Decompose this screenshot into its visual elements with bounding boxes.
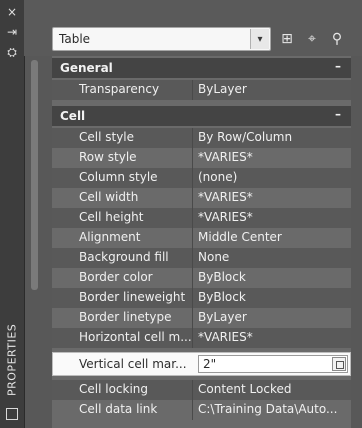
palette-title-vertical: PROPERTIES bbox=[5, 323, 19, 397]
quick-select-icon[interactable]: ⚲ bbox=[327, 29, 347, 49]
section-title: General bbox=[60, 61, 113, 75]
property-value[interactable]: ByBlock bbox=[198, 270, 246, 284]
divider bbox=[192, 288, 193, 308]
property-row[interactable]: Cell height *VARIES* bbox=[52, 208, 351, 228]
vertical-cell-margin-input[interactable]: 2" bbox=[198, 355, 348, 373]
pick-object-icon[interactable]: ⌖ bbox=[302, 29, 322, 49]
property-row[interactable]: Cell locking Content Locked bbox=[52, 380, 351, 400]
input-value: 2" bbox=[203, 357, 217, 371]
collapse-icon[interactable]: – bbox=[335, 107, 341, 121]
object-type-value: Table bbox=[59, 32, 91, 46]
add-to-selection-icon[interactable]: ⊞ bbox=[277, 29, 297, 49]
divider bbox=[192, 128, 193, 148]
property-row[interactable]: Transparency ByLayer bbox=[52, 80, 351, 100]
section-cell[interactable]: Cell – bbox=[52, 106, 351, 126]
property-row[interactable]: Border lineweight ByBlock bbox=[52, 288, 351, 308]
properties-palette: × ⇥ ⛭ PROPERTIES Table ▾ ⊞ ⌖ ⚲ General –… bbox=[0, 0, 362, 428]
section-title: Cell bbox=[60, 109, 86, 123]
divider bbox=[192, 328, 193, 348]
property-row[interactable]: Cell width *VARIES* bbox=[52, 188, 351, 208]
panel-icon[interactable] bbox=[6, 408, 18, 420]
property-value[interactable]: ByLayer bbox=[198, 82, 247, 96]
property-row[interactable]: Row style *VARIES* bbox=[52, 148, 351, 168]
property-row[interactable]: Horizontal cell m... *VARIES* bbox=[52, 328, 351, 348]
divider bbox=[192, 80, 193, 100]
property-label: Row style bbox=[79, 150, 137, 164]
property-value[interactable]: Middle Center bbox=[198, 230, 282, 244]
property-row[interactable]: Border color ByBlock bbox=[52, 268, 351, 288]
property-value[interactable]: ByBlock bbox=[198, 290, 246, 304]
property-value[interactable]: *VARIES* bbox=[198, 210, 253, 224]
property-row[interactable]: Alignment Middle Center bbox=[52, 228, 351, 248]
close-icon[interactable]: × bbox=[6, 6, 18, 18]
property-row[interactable]: Border linetype ByLayer bbox=[52, 308, 351, 328]
divider bbox=[192, 380, 193, 400]
property-value[interactable]: C:\Training Data\Auto... bbox=[198, 402, 337, 416]
property-label: Cell locking bbox=[79, 382, 149, 396]
divider bbox=[192, 168, 193, 188]
collapse-icon[interactable]: – bbox=[335, 59, 341, 73]
property-row[interactable]: Column style (none) bbox=[52, 168, 351, 188]
properties-icon[interactable]: ⛭ bbox=[6, 46, 18, 58]
property-label: Border lineweight bbox=[79, 290, 186, 304]
property-row[interactable]: Background fill None bbox=[52, 248, 351, 268]
property-label: Cell style bbox=[79, 130, 135, 144]
property-label: Cell height bbox=[79, 210, 144, 224]
property-value[interactable]: (none) bbox=[198, 170, 237, 184]
chevron-down-icon[interactable]: ▾ bbox=[250, 29, 269, 49]
property-label: Horizontal cell m... bbox=[79, 330, 192, 344]
property-value[interactable]: None bbox=[198, 250, 229, 264]
divider bbox=[192, 248, 193, 268]
property-value[interactable]: By Row/Column bbox=[198, 130, 292, 144]
divider bbox=[192, 208, 193, 228]
property-label: Background fill bbox=[79, 250, 169, 264]
property-value[interactable]: *VARIES* bbox=[198, 150, 253, 164]
property-label: Border color bbox=[79, 270, 153, 284]
property-value[interactable]: *VARIES* bbox=[198, 190, 253, 204]
divider bbox=[192, 268, 193, 288]
auto-hide-icon[interactable]: ⇥ bbox=[6, 26, 18, 38]
property-row[interactable]: Cell style By Row/Column bbox=[52, 128, 351, 148]
section-general[interactable]: General – bbox=[52, 58, 351, 78]
object-type-select[interactable]: Table ▾ bbox=[52, 27, 271, 51]
divider bbox=[192, 400, 193, 420]
property-label: Cell width bbox=[79, 190, 139, 204]
divider bbox=[192, 188, 193, 208]
property-value[interactable]: Content Locked bbox=[198, 382, 291, 396]
property-label: Transparency bbox=[79, 82, 160, 96]
property-label: Border linetype bbox=[79, 310, 172, 324]
property-label: Alignment bbox=[79, 230, 141, 244]
property-row[interactable]: Cell data link C:\Training Data\Auto... bbox=[52, 400, 351, 420]
property-label: Column style bbox=[79, 170, 158, 184]
divider bbox=[192, 148, 193, 168]
divider bbox=[192, 308, 193, 328]
property-row-active[interactable]: Vertical cell mar... 2" bbox=[52, 352, 351, 376]
property-value[interactable]: *VARIES* bbox=[198, 330, 253, 344]
scrollbar[interactable] bbox=[31, 60, 38, 290]
divider bbox=[192, 228, 193, 248]
property-label: Vertical cell mar... bbox=[79, 357, 187, 371]
calculator-icon[interactable] bbox=[332, 357, 346, 371]
property-value[interactable]: ByLayer bbox=[198, 310, 247, 324]
property-label: Cell data link bbox=[79, 402, 158, 416]
palette-side-bar: × ⇥ ⛭ PROPERTIES bbox=[0, 0, 25, 428]
